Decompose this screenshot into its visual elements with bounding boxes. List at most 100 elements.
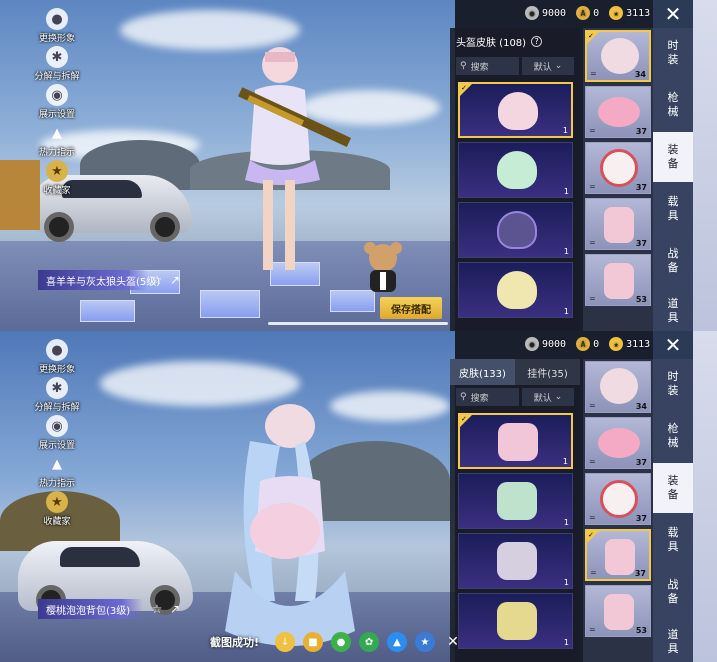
- chevron-down-icon: ⌄: [554, 61, 563, 71]
- eye-icon: ◉: [46, 84, 68, 106]
- coin-dark-icon: ●: [525, 337, 539, 351]
- favorite-star-icon[interactable]: ☆: [150, 602, 164, 616]
- inventory-item[interactable]: 1: [458, 262, 573, 318]
- menu-change-avatar[interactable]: ● 更换形象: [26, 8, 88, 46]
- badge-icon: ★: [46, 160, 68, 182]
- character-model: [238, 47, 352, 270]
- inventory-item[interactable]: 1: [458, 142, 573, 198]
- category-vehicles[interactable]: 载 具: [653, 184, 693, 234]
- equip-slot-helmet[interactable]: = 34: [585, 361, 651, 413]
- panel-backpack: ● 更换形象 ✱ 分解与拆解 ◉ 展示设置 ▲ 热力指示 ★ 收藏家 樱桃泡泡背包(3级)…: [0, 331, 717, 662]
- close-icon: ✕: [664, 2, 682, 26]
- share-icon[interactable]: ↗: [168, 273, 182, 287]
- favorite-star-icon[interactable]: ☆: [150, 273, 164, 287]
- equip-slot[interactable]: = 37: [585, 417, 651, 469]
- category-vehicles[interactable]: 载 具: [653, 515, 693, 565]
- search-input[interactable]: ⚲ 搜索: [456, 388, 519, 406]
- search-icon: ⚲: [460, 392, 467, 402]
- uc-icon: ★: [609, 6, 624, 20]
- menu-heat[interactable]: ▲ 热力指示: [26, 122, 88, 160]
- menu-decompose[interactable]: ✱ 分解与拆解: [26, 377, 88, 415]
- category-gear[interactable]: 装 备: [653, 132, 693, 182]
- search-icon: ⚲: [460, 61, 467, 71]
- equip-slot-backpack[interactable]: = 37: [585, 198, 651, 250]
- right-edge: [693, 331, 717, 662]
- scene-viewport: ● 更换形象 ✱ 分解与拆解 ◉ 展示设置 ▲ 热力指示 ★ 收藏家 喜羊羊与灰太狼头盔(…: [0, 0, 455, 331]
- category-props[interactable]: 道 具: [653, 617, 693, 662]
- sort-dropdown[interactable]: 默认 ⌄: [522, 57, 574, 75]
- inventory-item[interactable]: 1: [458, 473, 573, 529]
- close-button[interactable]: ✕: [653, 0, 693, 28]
- menu-change-avatar[interactable]: ● 更换形象: [26, 339, 88, 377]
- puzzle-icon: ✱: [46, 377, 68, 399]
- inventory-item[interactable]: 1: [458, 202, 573, 258]
- sort-dropdown[interactable]: 默认 ⌄: [522, 388, 574, 406]
- uc-icon: ★: [609, 337, 624, 351]
- equip-slot-backpack[interactable]: ✓ = 37: [585, 529, 651, 581]
- user-icon: ●: [46, 8, 68, 30]
- left-menu: ● 更换形象 ✱ 分解与拆解 ◉ 展示设置 ▲ 热力指示 ★ 收藏家: [26, 339, 88, 529]
- category-guns[interactable]: 枪 械: [653, 411, 693, 461]
- inventory-panel: 头盔皮肤 (108)? ⚲ 搜索 默认 ⌄ ✓ 1 1 1 1: [450, 28, 580, 331]
- menu-heat[interactable]: ▲ 热力指示: [26, 453, 88, 491]
- help-icon[interactable]: ?: [531, 35, 543, 47]
- close-button[interactable]: ✕: [653, 331, 693, 359]
- menu-collector[interactable]: ★ 收藏家: [26, 160, 88, 198]
- a-coin-icon: A: [576, 6, 591, 20]
- left-menu: ● 更换形象 ✱ 分解与拆解 ◉ 展示设置 ▲ 热力指示 ★ 收藏家: [26, 8, 88, 198]
- download-icon[interactable]: ↓: [275, 632, 296, 652]
- category-combat[interactable]: 战 备: [653, 567, 693, 617]
- menu-decompose[interactable]: ✱ 分解与拆解: [26, 46, 88, 84]
- equip-slot[interactable]: = 37: [585, 86, 651, 138]
- chevron-down-icon: ⌄: [554, 392, 563, 402]
- badge-icon: ★: [46, 491, 68, 513]
- inventory-item[interactable]: 1: [458, 593, 573, 649]
- tab-skins[interactable]: 皮肤(133): [450, 359, 515, 385]
- item-name-bar: 喜羊羊与灰太狼头盔(5级): [38, 270, 160, 290]
- category-props[interactable]: 道 具: [653, 286, 693, 331]
- category-fashion[interactable]: 时 装: [653, 28, 693, 78]
- scroll-indicator: [268, 322, 448, 325]
- fire-icon: ▲: [52, 456, 62, 472]
- wechat-icon[interactable]: ●: [331, 632, 352, 652]
- share-icon[interactable]: ↗: [168, 602, 182, 616]
- gallery-icon[interactable]: ■: [303, 632, 324, 652]
- right-edge: [693, 0, 717, 331]
- inventory-item[interactable]: ✓ 1: [458, 82, 573, 138]
- equip-slot[interactable]: = 37: [585, 142, 651, 194]
- equip-slot[interactable]: = 37: [585, 473, 651, 525]
- currency-bar: ● 9000 A0 ★ 3113: [525, 337, 650, 351]
- category-guns[interactable]: 枪 械: [653, 80, 693, 130]
- moments-icon[interactable]: ✿: [359, 632, 380, 652]
- category-fashion[interactable]: 时 装: [653, 359, 693, 409]
- coin-dark-icon: ●: [525, 6, 539, 20]
- character-model: [225, 404, 355, 646]
- inventory-header: 头盔皮肤 (108)?: [450, 28, 580, 54]
- equip-slot-helmet[interactable]: ✓ = 34: [585, 30, 651, 82]
- panel-helmet: ● 更换形象 ✱ 分解与拆解 ◉ 展示设置 ▲ 热力指示 ★ 收藏家 喜羊羊与灰太狼头盔(…: [0, 0, 717, 331]
- menu-collector[interactable]: ★ 收藏家: [26, 491, 88, 529]
- inventory-item[interactable]: 1: [458, 533, 573, 589]
- close-icon: ✕: [664, 333, 682, 357]
- equip-slot[interactable]: = 53: [585, 254, 651, 306]
- inventory-item[interactable]: ✓ 1: [458, 413, 573, 469]
- category-gear[interactable]: 装 备: [653, 463, 693, 513]
- inventory-panel: 皮肤(133) 挂件(35) ⚲ 搜索 默认 ⌄ ✓ 1 1 1 1: [450, 359, 580, 662]
- category-combat[interactable]: 战 备: [653, 236, 693, 286]
- equipped-slots: ✓ = 34 = 37 = 37 = 37 = 53: [583, 28, 653, 331]
- item-name-bar: 樱桃泡泡背包(3级): [38, 599, 143, 619]
- menu-display-settings[interactable]: ◉ 展示设置: [26, 415, 88, 453]
- equip-slot[interactable]: = 53: [585, 585, 651, 637]
- eye-icon: ◉: [46, 415, 68, 437]
- user-icon: ●: [46, 339, 68, 361]
- currency-bar: ● 9000 A0 ★ 3113: [525, 6, 650, 20]
- tab-pendants[interactable]: 挂件(35): [515, 359, 580, 385]
- save-outfit-button[interactable]: 保存搭配: [380, 297, 442, 319]
- qq-icon[interactable]: ▲: [387, 632, 408, 652]
- close-icon[interactable]: ✕: [443, 632, 463, 652]
- category-bar: 时 装 枪 械 装 备 载 具 战 备 道 具: [653, 28, 693, 331]
- qzone-icon[interactable]: ★: [415, 632, 436, 652]
- menu-display-settings[interactable]: ◉ 展示设置: [26, 84, 88, 122]
- teddy-bear-pet: [364, 242, 402, 292]
- search-input[interactable]: ⚲ 搜索: [456, 57, 519, 75]
